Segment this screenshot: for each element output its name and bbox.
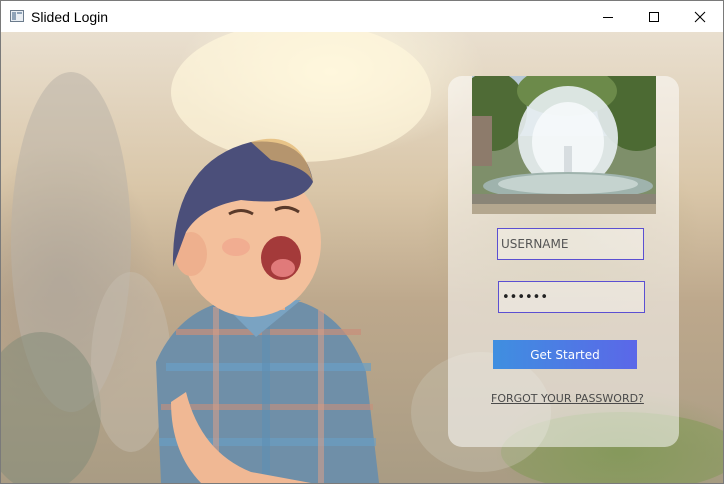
fountain-photo	[472, 76, 656, 214]
fountain-image	[472, 76, 656, 214]
close-button[interactable]	[677, 1, 723, 32]
app-window: Slided Login USERNAME •••••• Get Started…	[0, 0, 724, 484]
minimize-icon	[603, 16, 613, 18]
close-icon	[694, 11, 706, 22]
password-input[interactable]	[499, 282, 644, 312]
get-started-button[interactable]: Get Started	[493, 340, 637, 369]
title-bar[interactable]: Slided Login	[1, 1, 723, 32]
username-field[interactable]	[497, 228, 644, 260]
username-input[interactable]	[498, 229, 643, 259]
window-title: Slided Login	[31, 9, 109, 25]
background-photo: Get Started FORGOT YOUR PASSWORD?	[1, 32, 723, 483]
maximize-icon	[649, 11, 659, 22]
password-field[interactable]	[498, 281, 645, 313]
minimize-button[interactable]	[585, 1, 631, 32]
forgot-password-link[interactable]: FORGOT YOUR PASSWORD?	[491, 392, 661, 405]
login-card: Get Started FORGOT YOUR PASSWORD?	[448, 76, 679, 447]
maximize-button[interactable]	[631, 1, 677, 32]
application-window-icon	[10, 10, 24, 22]
